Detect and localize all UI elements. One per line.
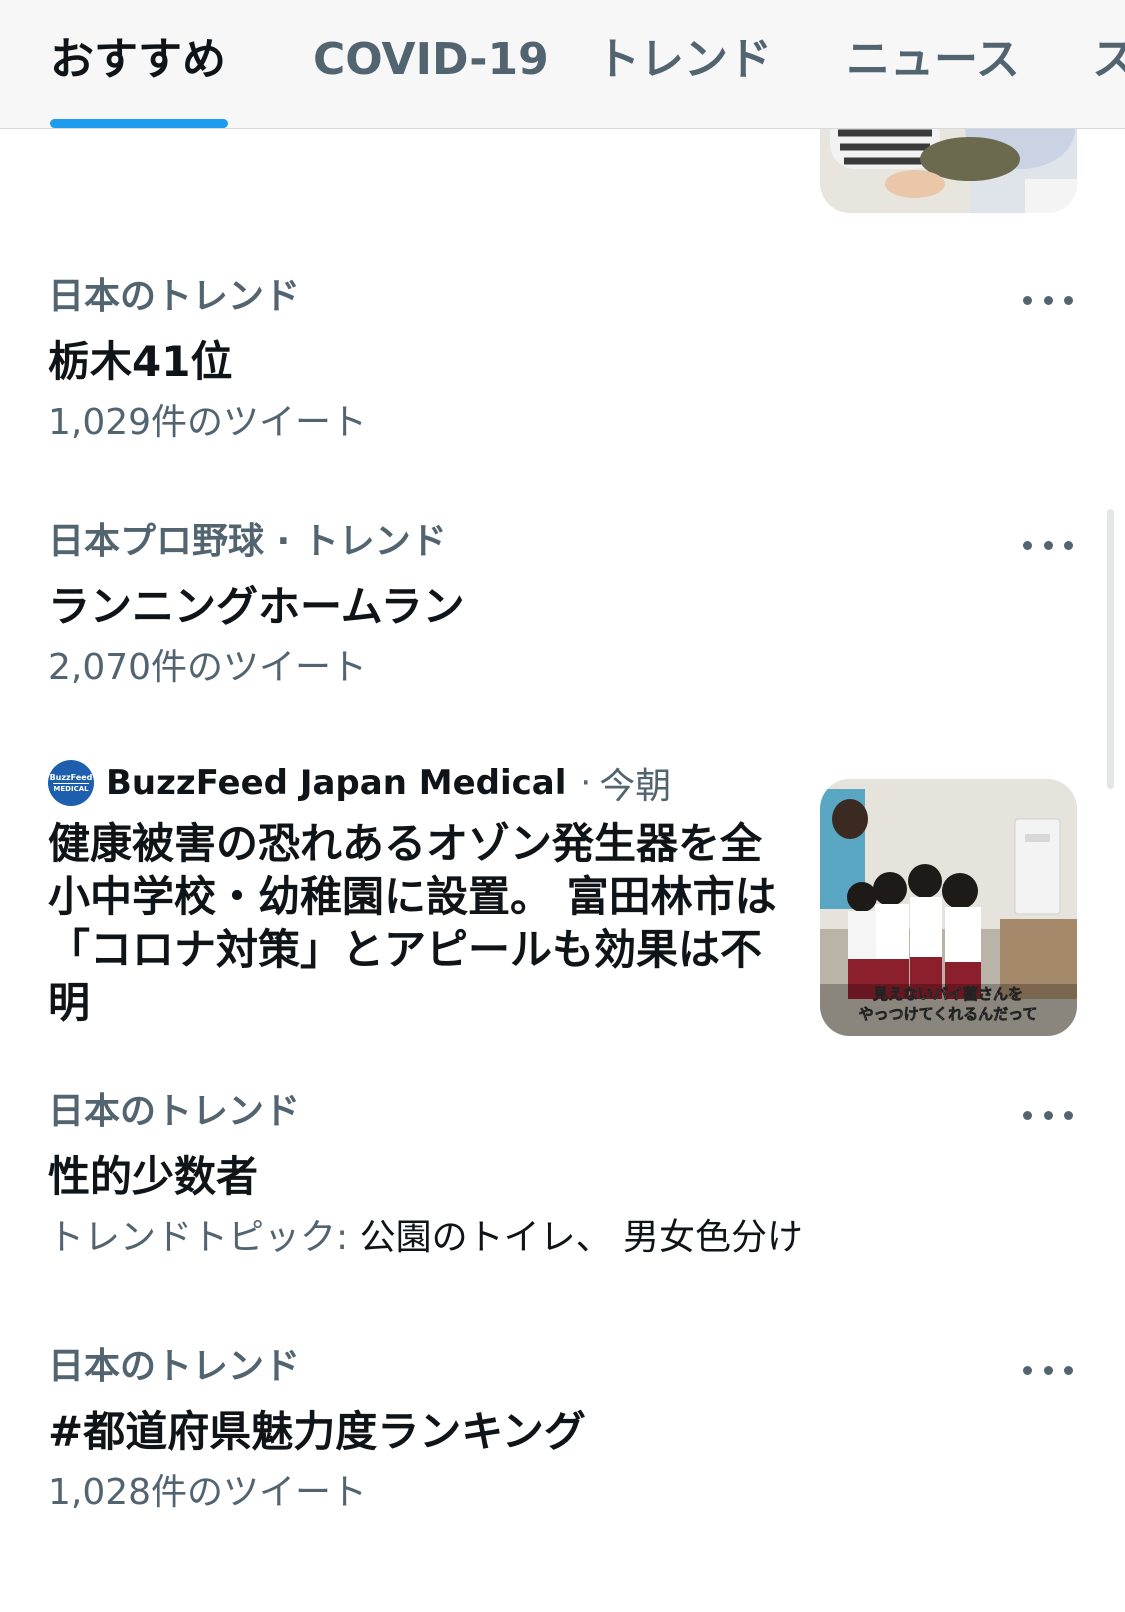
trend-title: ランニングホームラン (48, 582, 465, 631)
trend-tweet-count: 1,029件のツイート (48, 402, 368, 443)
news-headline: 健康被害の恐れあるオゾン発生器を全小中学校・幼稚園に設置。 富田林市は「コロナ対… (48, 819, 777, 1027)
buzzfeed-medical-avatar: BuzzFeed MEDICAL (48, 760, 94, 806)
active-tab-indicator (50, 119, 228, 128)
scrollbar[interactable] (1107, 509, 1114, 789)
tab-covid-19[interactable]: COVID-19 (313, 30, 549, 90)
trend-item[interactable]: 日本のトレンド #都道府県魅力度ランキング 1,028件のツイート (48, 1344, 1078, 1518)
news-timestamp: 今朝 (599, 766, 672, 807)
previous-item-thumbnail[interactable] (820, 129, 1077, 213)
news-source-name: BuzzFeed Japan Medical (106, 763, 567, 803)
news-thumbnail[interactable]: 見えないバイ菌さんを やっつけてくれるんだって (820, 779, 1077, 1036)
trend-topics: トレンドトピック: 公園のトイレ、 男女色分け (48, 1213, 1078, 1263)
trend-item[interactable]: 日本プロ野球 · トレンド ランニングホームラン 2,070件のツイート (48, 519, 1078, 693)
avatar-text: BuzzFeed (49, 772, 93, 782)
separator: · (580, 763, 592, 803)
trend-topics-list: 公園のトイレ、 男女色分け (359, 1217, 804, 1258)
trend-tweet-count: 1,028件のツイート (48, 1472, 368, 1513)
trend-topics-label: トレンドトピック: (48, 1217, 349, 1258)
tab-news[interactable]: ニュース (846, 30, 1020, 90)
avatar-text: MEDICAL (53, 782, 89, 793)
image-caption: やっつけてくれるんだって (859, 1005, 1038, 1023)
trend-title: 栃木41位 (48, 337, 233, 386)
trend-item[interactable]: 日本のトレンド 栃木41位 1,029件のツイート (48, 274, 1078, 448)
more-horizontal-icon[interactable] (1023, 1355, 1073, 1385)
more-horizontal-icon[interactable] (1023, 285, 1073, 315)
image-caption: 見えないバイ菌さんを (872, 985, 1023, 1003)
trend-title: 性的少数者 (48, 1152, 259, 1201)
trends-feed: 日本のトレンド 栃木41位 1,029件のツイート 日本プロ野球 · トレンド … (0, 129, 1125, 1612)
tab-entertainment[interactable]: ス (1092, 30, 1125, 90)
tab-recommended[interactable]: おすすめ (50, 30, 226, 90)
trend-item[interactable]: 日本のトレンド 性的少数者 トレンドトピック: 公園のトイレ、 男女色分け (48, 1089, 1078, 1263)
trend-tweet-count: 2,070件のツイート (48, 647, 368, 688)
explore-tab-bar: おすすめ COVID-19 トレンド ニュース ス (0, 0, 1125, 129)
trend-context: 日本のトレンド (48, 1091, 301, 1132)
more-horizontal-icon[interactable] (1023, 1100, 1073, 1130)
trend-context: 日本のトレンド (48, 1346, 301, 1387)
tab-trends[interactable]: トレンド (596, 30, 772, 90)
trend-context: 日本のトレンド (48, 276, 301, 317)
trend-context: 日本プロ野球 · トレンド (48, 521, 447, 562)
more-horizontal-icon[interactable] (1023, 530, 1073, 560)
trend-title: #都道府県魅力度ランキング (48, 1407, 586, 1456)
